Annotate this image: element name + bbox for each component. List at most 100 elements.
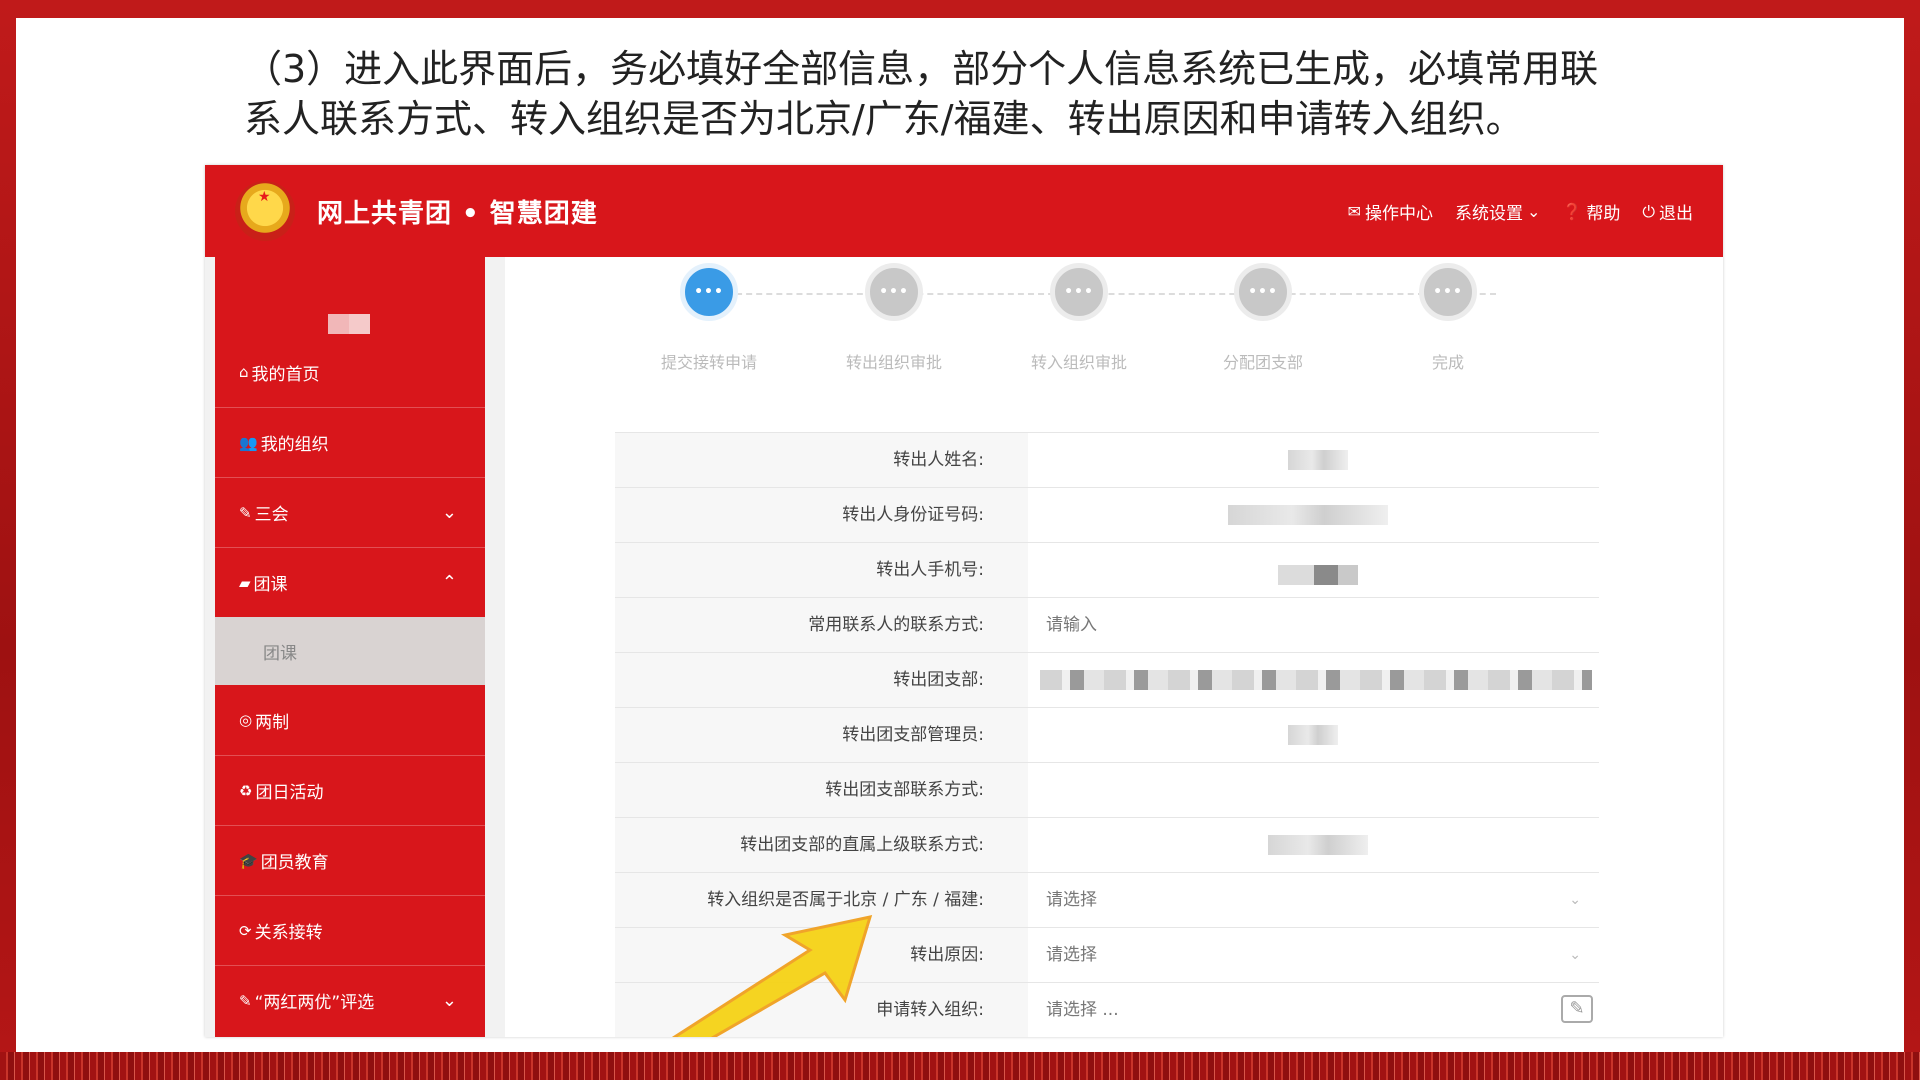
highlight-arrow-icon [671,915,873,1037]
target-org-picker[interactable]: 请选择 ... ✎ [1028,983,1599,1037]
system-settings-label: 系统设置 [1455,204,1524,224]
step-3-dot: ••• [1050,263,1108,321]
admin-value [1028,708,1599,762]
field-label: 转出团支部联系方式: [615,763,1028,817]
graduation-cap-icon: 🎓 [239,851,258,870]
folder-open-icon: ▰ [239,573,251,592]
target-org-placeholder: 请选择 ... [1046,1000,1119,1020]
form-row-contact: * 常用联系人的联系方式: 请输入 [615,598,1599,653]
power-icon: ⏻ [1642,201,1655,221]
field-label: 转出团支部: [615,653,1028,707]
chevron-down-icon: ⌄ [441,990,457,1011]
step-2-label: 转出组织审批 [845,353,942,372]
sidebar-item-transfer[interactable]: ⟳ 关系接转 [215,895,485,965]
edit-icon[interactable]: ✎ [1561,995,1593,1023]
sidebar-item-label: 团员教育 [260,853,329,873]
sidebar-item-home[interactable]: ⌂ 我的首页 [215,337,485,407]
sidebar-item-label: 我的首页 [251,364,320,385]
users-icon: 👥 [239,433,258,452]
app-header: ★ 网上共青团 • 智慧团建 ✉ 操作中心 系统设置 ⌄ ❓ 帮助 ⏻ 退出 [205,165,1723,257]
step-5-label: 完成 [1431,353,1464,372]
avatar [328,314,370,334]
field-label: 转出人身份证号码: [615,488,1028,542]
field-label: 转出团支部的直属上级联系方式: [615,818,1028,872]
help-link[interactable]: ❓ 帮助 [1562,199,1620,224]
envelope-icon: ✉ [1347,202,1362,221]
instruction-line-2: 系人联系方式、转入组织是否为北京/广东/福建、转出原因和申请转入组织。 [244,97,1524,141]
step-4-label: 分配团支部 [1222,353,1303,372]
app-title: 网上共青团 • 智慧团建 [317,199,598,229]
field-label: 转出团支部管理员: [615,708,1028,762]
step-2-dot: ••• [865,263,923,321]
field-label: 转出人姓名: [615,433,1028,487]
sidebar-item-education[interactable]: 🎓 团员教育 [215,825,485,895]
step-3-label: 转入组织审批 [1030,353,1127,372]
sidebar-item-league-day[interactable]: ♻ 团日活动 [215,755,485,825]
sidebar-item-league-class[interactable]: ▰ 团课 ⌃ [215,547,485,617]
help-label: 帮助 [1586,204,1621,224]
step-1-dot: ••• [680,263,738,321]
chevron-up-icon: ⌃ [441,572,457,593]
form-row-out-branch: 转出团支部: [615,653,1599,708]
sidebar-item-label: “两红两优”评选 [254,993,375,1013]
step-1-label: 提交接转申请 [660,353,757,372]
chevron-down-icon: ⌄ [441,502,457,523]
form-row-id-number: 转出人身份证号码: [615,488,1599,543]
instruction-line-1: （3）进入此界面后，务必填好全部信息，部分个人信息系统已生成，必填常用联 [244,47,1599,91]
branch-contact-value [1028,763,1599,817]
sidebar-item-label: 团日活动 [255,783,324,803]
sidebar-item-two-systems[interactable]: ◎ 两制 [215,685,485,755]
progress-steps: ••• ••• ••• ••• ••• 提交接转申请 转出组织审批 转入组织审批… [505,257,1723,407]
name-value [1028,433,1599,487]
target-icon: ◎ [239,711,253,729]
sidebar-item-label: 我的组织 [260,435,329,455]
instruction-text: （3）进入此界面后，务必填好全部信息，部分个人信息系统已生成，必填常用联 系人联… [244,44,1684,144]
chevron-down-icon: ⌄ [1569,947,1581,963]
ops-center-label: 操作中心 [1365,204,1434,224]
ops-center-link[interactable]: ✉ 操作中心 [1348,199,1433,224]
sidebar-item-my-org[interactable]: 👥 我的组织 [215,407,485,477]
app-screenshot: ★ 网上共青团 • 智慧团建 ✉ 操作中心 系统设置 ⌄ ❓ 帮助 ⏻ 退出 ⌂… [205,165,1723,1037]
chevron-down-icon: ⌄ [1527,202,1541,221]
sidebar-item-label: 团课 [253,575,288,595]
id-number-value [1028,488,1599,542]
form-row-name: 转出人姓名: [615,433,1599,488]
sidebar-item-three-meetings[interactable]: ✎ 三会 ⌄ [215,477,485,547]
reason-select[interactable]: 请选择 ⌄ [1028,928,1599,982]
phone-value [1028,543,1599,597]
logout-label: 退出 [1659,204,1693,224]
sidebar-item-selection[interactable]: ✎ “两红两优”评选 ⌄ [215,965,485,1035]
superior-contact-value [1028,818,1599,872]
contact-input[interactable]: 请输入 [1028,598,1599,652]
sidebar-item-label: 三会 [254,505,289,525]
form-row-branch-contact: 转出团支部联系方式: [615,763,1599,818]
question-icon: ❓ [1562,202,1583,221]
slide-decoration [0,1052,1920,1080]
chevron-down-icon: ⌄ [1569,892,1581,908]
region-select[interactable]: 请选择 ⌄ [1028,873,1599,927]
system-settings-dropdown[interactable]: 系统设置 ⌄ [1455,199,1540,224]
form-row-phone: 转出人手机号: [615,543,1599,598]
home-icon: ⌂ [239,363,249,381]
sidebar-subitem-label: 团课 [263,643,297,664]
edit-icon: ✎ [239,991,252,1010]
form-row-superior-contact: 转出团支部的直属上级联系方式: [615,818,1599,873]
refresh-icon: ⟳ [239,921,252,940]
sidebar: ⌂ 我的首页 👥 我的组织 ✎ 三会 ⌄ ▰ 团课 ⌃ 团课 ◎ 两制 ♻ 团日… [215,257,485,1037]
sidebar-subitem-league-class[interactable]: 团课 [215,617,485,685]
region-placeholder: 请选择 [1046,890,1097,910]
logout-link[interactable]: ⏻ 退出 [1642,199,1693,225]
step-5-dot: ••• [1419,263,1477,321]
header-actions: ✉ 操作中心 系统设置 ⌄ ❓ 帮助 ⏻ 退出 [1348,199,1693,225]
step-4-dot: ••• [1234,263,1292,321]
field-label: 转出人手机号: [615,543,1028,597]
contact-placeholder: 请输入 [1046,615,1097,635]
reason-placeholder: 请选择 [1046,945,1097,965]
sidebar-item-label: 关系接转 [254,923,323,943]
edit-icon: ✎ [239,503,252,522]
recycle-icon: ♻ [239,781,253,800]
league-logo-icon: ★ [235,181,295,241]
out-branch-value [1028,653,1599,707]
sidebar-item-label: 两制 [255,712,290,733]
form-row-admin: 转出团支部管理员: [615,708,1599,763]
